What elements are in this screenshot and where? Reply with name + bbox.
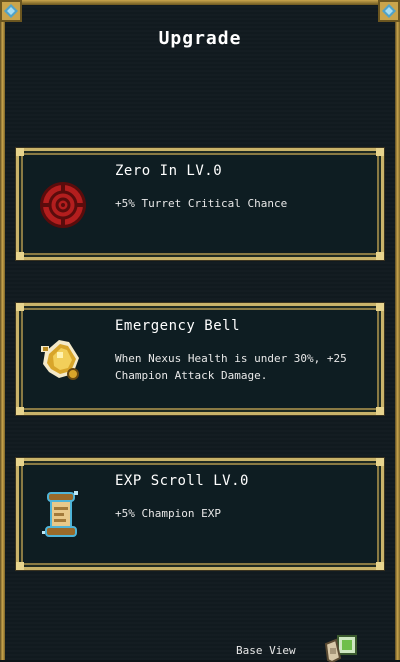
corner-gem-icon	[0, 0, 22, 22]
card-corner	[376, 562, 384, 570]
upgrade-name: EXP Scroll LV.0	[115, 473, 249, 489]
card-corner	[16, 148, 24, 156]
upgrade-panel: Upgrade Zero In LV.0 +5% Turret Critical…	[0, 0, 400, 662]
upgrade-name: Zero In LV.0	[115, 163, 223, 179]
card-corner	[16, 458, 24, 466]
upgrade-description: When Nexus Health is under 30%, +25 Cham…	[115, 352, 347, 382]
base-view-label[interactable]: Base View	[236, 644, 296, 657]
upgrade-name: Emergency Bell	[115, 318, 241, 334]
card-corner	[16, 252, 24, 260]
card-corner	[376, 303, 384, 311]
corner-gem-icon	[378, 0, 400, 22]
upgrade-description: +5% Turret Critical Chance	[115, 197, 288, 210]
card-corner	[16, 407, 24, 415]
frame-top-border	[0, 0, 400, 5]
page-title: Upgrade	[158, 28, 242, 49]
card-corner	[376, 148, 384, 156]
crosshair-target-icon	[33, 175, 93, 235]
upgrade-card-exp-scroll[interactable]: EXP Scroll LV.0 +5% Champion EXP	[16, 458, 384, 570]
base-view-icon[interactable]	[324, 630, 358, 662]
card-corner	[16, 303, 24, 311]
upgrade-card-emergency-bell[interactable]: Emergency Bell When Nexus Health is unde…	[16, 303, 384, 415]
golden-bell-icon	[33, 330, 93, 390]
frame-right-border	[395, 0, 400, 660]
upgrade-description: +5% Champion EXP	[115, 507, 221, 520]
frame-left-border	[0, 0, 5, 660]
card-corner	[376, 407, 384, 415]
card-corner	[376, 252, 384, 260]
card-corner	[376, 458, 384, 466]
card-corner	[16, 562, 24, 570]
scroll-icon	[33, 485, 93, 545]
upgrade-card-zero-in[interactable]: Zero In LV.0 +5% Turret Critical Chance	[16, 148, 384, 260]
